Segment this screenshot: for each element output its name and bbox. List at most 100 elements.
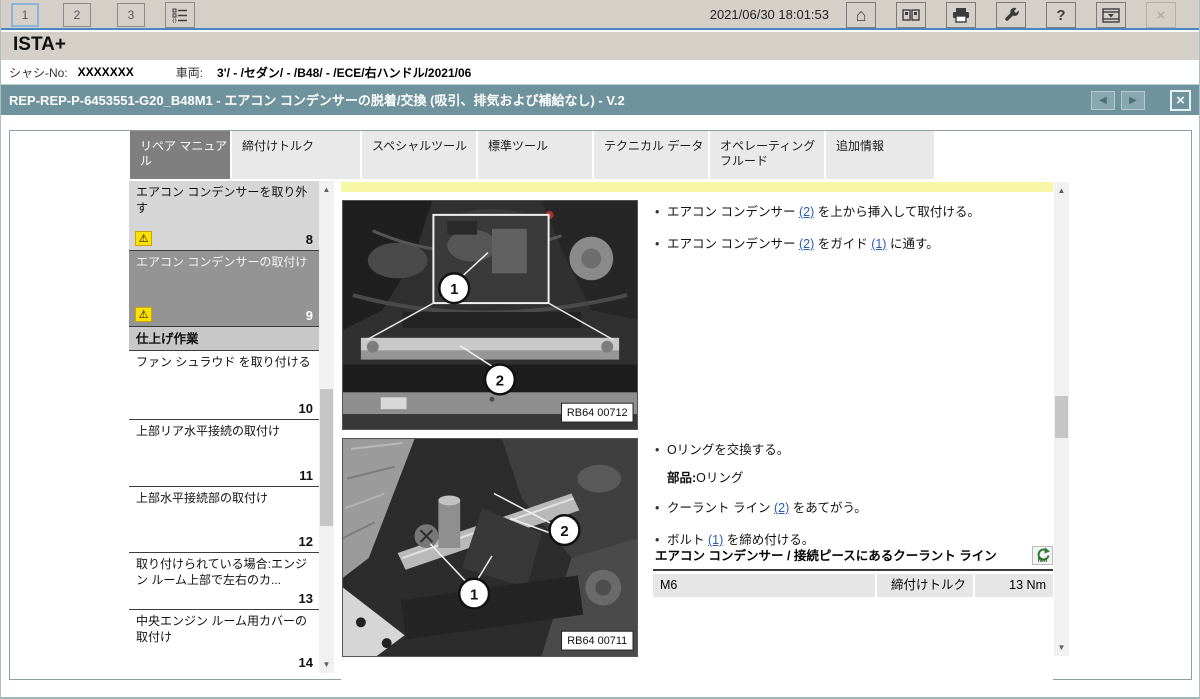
step-item-install-fan-shroud[interactable]: ファン シュラウド を取り付ける 10 (129, 351, 319, 420)
home-icon: ⌂ (856, 5, 867, 26)
tab-standard-tools[interactable]: 標準ツール (478, 131, 592, 179)
scroll-up-arrow[interactable]: ▲ (1054, 183, 1069, 198)
help-icon: ? (1056, 7, 1065, 24)
tab-special-tools[interactable]: スペシャルツール (362, 131, 476, 179)
step-number: 9 (306, 308, 313, 324)
instruction-text: をガイド (814, 237, 871, 251)
torque-value-cell: 13 Nm (975, 574, 1053, 597)
instruction-text: を上から挿入して取付ける。 (814, 205, 980, 219)
svg-text:1: 1 (470, 588, 478, 604)
scrollbar-thumb[interactable] (320, 389, 333, 526)
install-instructions: エアコン コンデンサー (2) を上から挿入して取付ける。 エアコン コンデンサ… (653, 204, 1049, 268)
step-number: 11 (299, 468, 313, 484)
tab-technical-data[interactable]: テクニカル データ (594, 131, 708, 179)
callout-link-1[interactable]: (1) (708, 533, 723, 547)
chassis-number-value: XXXXXXX (78, 65, 134, 79)
svg-text:Nm: Nm (1038, 558, 1048, 564)
app-title-bar: ISTA+ ⚙ ✉ A (1, 32, 1200, 60)
minimize-window-button[interactable] (1096, 2, 1126, 28)
nav-forward-button[interactable]: ▶ (1121, 91, 1145, 110)
step-item-upper-horizontal-connection[interactable]: 上部水平接続部の取付け 12 (129, 487, 319, 553)
cards-icon (902, 8, 920, 22)
chassis-number-label: シャシ-No: (9, 64, 68, 81)
instruction-text: エアコン コンデンサー (667, 205, 799, 219)
instruction-text: エアコン コンデンサー (667, 237, 799, 251)
torque-bolt-cell: M6 (653, 574, 875, 597)
service-functions-button[interactable] (996, 2, 1026, 28)
instruction-text: Oリングを交換する。 (667, 443, 789, 457)
callout-link-2[interactable]: (2) (799, 237, 814, 251)
document-title: REP-REP-P-6453551-G20_B48M1 - エアコン コンデンサ… (9, 85, 625, 116)
scroll-down-arrow[interactable]: ▼ (1054, 640, 1069, 655)
step-section-header-finishing-work: 仕上げ作業 (129, 327, 319, 351)
figure2-callout-1: 1 (459, 579, 489, 609)
scrollbar-thumb[interactable] (1055, 396, 1068, 438)
tab-operating-fluids[interactable]: オペレーティング フルード (710, 131, 824, 179)
figure1-label-box: RB64 00712 (562, 403, 634, 422)
session-list-button[interactable] (165, 2, 195, 28)
svg-text:RB64 00712: RB64 00712 (567, 407, 628, 419)
callout-link-2[interactable]: (2) (799, 205, 814, 219)
vehicle-value: 3'/ - /セダン/ - /B48/ - /ECE/右ハンドル/2021/06 (217, 64, 471, 81)
nav-back-button[interactable]: ◀ (1091, 91, 1115, 110)
scroll-up-arrow[interactable]: ▲ (319, 182, 334, 197)
step-number: 8 (306, 232, 313, 248)
arrow-right-icon: ▶ (1129, 95, 1137, 106)
step-item-remove-condenser[interactable]: エアコン コンデンサーを取り外す ⚠ 8 (129, 181, 319, 251)
document-title-bar: REP-REP-P-6453551-G20_B48M1 - エアコン コンデンサ… (1, 84, 1200, 115)
session-tab-2[interactable]: 2 (63, 3, 91, 27)
instruction-bullet: クーラント ライン (2) をあてがう。 (653, 500, 1053, 517)
workshop-button[interactable] (896, 2, 926, 28)
tab-repair-manual[interactable]: リペア マニュアル (130, 131, 230, 179)
help-button[interactable]: ? (1046, 2, 1076, 28)
tab-tightening-torque[interactable]: 締付けトルク (232, 131, 360, 179)
document-close-button[interactable]: × (1170, 90, 1191, 111)
vehicle-label: 車両: (176, 64, 203, 81)
datetime-display: 2021/06/30 18:01:53 (710, 7, 829, 22)
part-value: Oリング (696, 471, 743, 485)
svg-text:RB64 00711: RB64 00711 (567, 635, 627, 647)
top-toolbar: 1 2 3 2021/06/30 18:01:53 ⌂ (1, 0, 1200, 30)
torque-table-title-text: エアコン コンデンサー / 接続ピースにあるクーラント ライン (655, 549, 997, 563)
close-icon: × (1157, 7, 1166, 24)
session-tab-1[interactable]: 1 (11, 3, 39, 27)
print-button[interactable] (946, 2, 976, 28)
step-label: 取り付けられている場合:エンジン ルーム上部で左右のカ... (136, 557, 307, 587)
part-line: 部品:Oリング (653, 470, 1053, 487)
svg-text:2: 2 (496, 373, 504, 389)
step-item-upper-rear-horizontal-connection[interactable]: 上部リア水平接続の取付け 11 (129, 420, 319, 487)
figure-coolant-line-detail: 2 1 RB64 00711 (342, 438, 638, 657)
step-item-install-condenser-selected[interactable]: エアコン コンデンサーの取付け ⚠ 9 (129, 251, 319, 327)
step-number: 10 (299, 401, 313, 417)
ista-application-window: 1 2 3 2021/06/30 18:01:53 ⌂ (0, 0, 1200, 699)
scroll-down-arrow[interactable]: ▼ (319, 657, 334, 672)
figure2-label-box: RB64 00711 (562, 631, 634, 650)
step-list: エアコン コンデンサーを取り外す ⚠ 8 エアコン コンデンサーの取付け ⚠ 9… (129, 181, 319, 673)
figure1-callout-2: 2 (485, 365, 515, 395)
highlight-bar (341, 182, 1053, 192)
list-icon (172, 7, 188, 23)
section-header-label: 仕上げ作業 (136, 332, 199, 346)
step-item-center-engine-cover[interactable]: 中央エンジン ルーム用カバーの取付け 14 (129, 610, 319, 673)
figure-engine-bay-condenser: 1 2 RB64 00712 (342, 200, 638, 430)
app-title: ISTA+ (13, 34, 66, 56)
step-label: エアコン コンデンサーを取り外す (136, 185, 307, 215)
torque-nm-icon: Nm (1032, 546, 1053, 565)
instruction-text: クーラント ライン (667, 501, 774, 515)
callout-link-1[interactable]: (1) (871, 237, 886, 251)
step-label: 中央エンジン ルーム用カバーの取付け (136, 614, 307, 644)
callout-link-2[interactable]: (2) (774, 501, 789, 515)
figure1-callout-1: 1 (439, 273, 469, 303)
session-tab-3[interactable]: 3 (117, 3, 145, 27)
home-button[interactable]: ⌂ (846, 2, 876, 28)
content-scrollbar[interactable]: ▲ ▼ (1054, 182, 1069, 656)
repair-instruction-panel: リペア マニュアル 締付けトルク スペシャルツール 標準ツール テクニカル デー… (9, 130, 1192, 680)
tab-additional-info[interactable]: 追加情報 (826, 131, 934, 179)
warning-icon: ⚠ (135, 231, 152, 246)
torque-table-title: エアコン コンデンサー / 接続ピースにあるクーラント ライン Nm (653, 546, 1053, 571)
step-label: エアコン コンデンサーの取付け (136, 255, 307, 269)
vehicle-info-bar: シャシ-No: XXXXXXX 車両: 3'/ - /セダン/ - /B48/ … (1, 60, 1200, 84)
step-list-scrollbar[interactable]: ▲ ▼ (319, 181, 334, 673)
step-item-if-installed-covers[interactable]: 取り付けられている場合:エンジン ルーム上部で左右のカ... 13 (129, 553, 319, 610)
instruction-bullet: エアコン コンデンサー (2) を上から挿入して取付ける。 (653, 204, 1049, 221)
